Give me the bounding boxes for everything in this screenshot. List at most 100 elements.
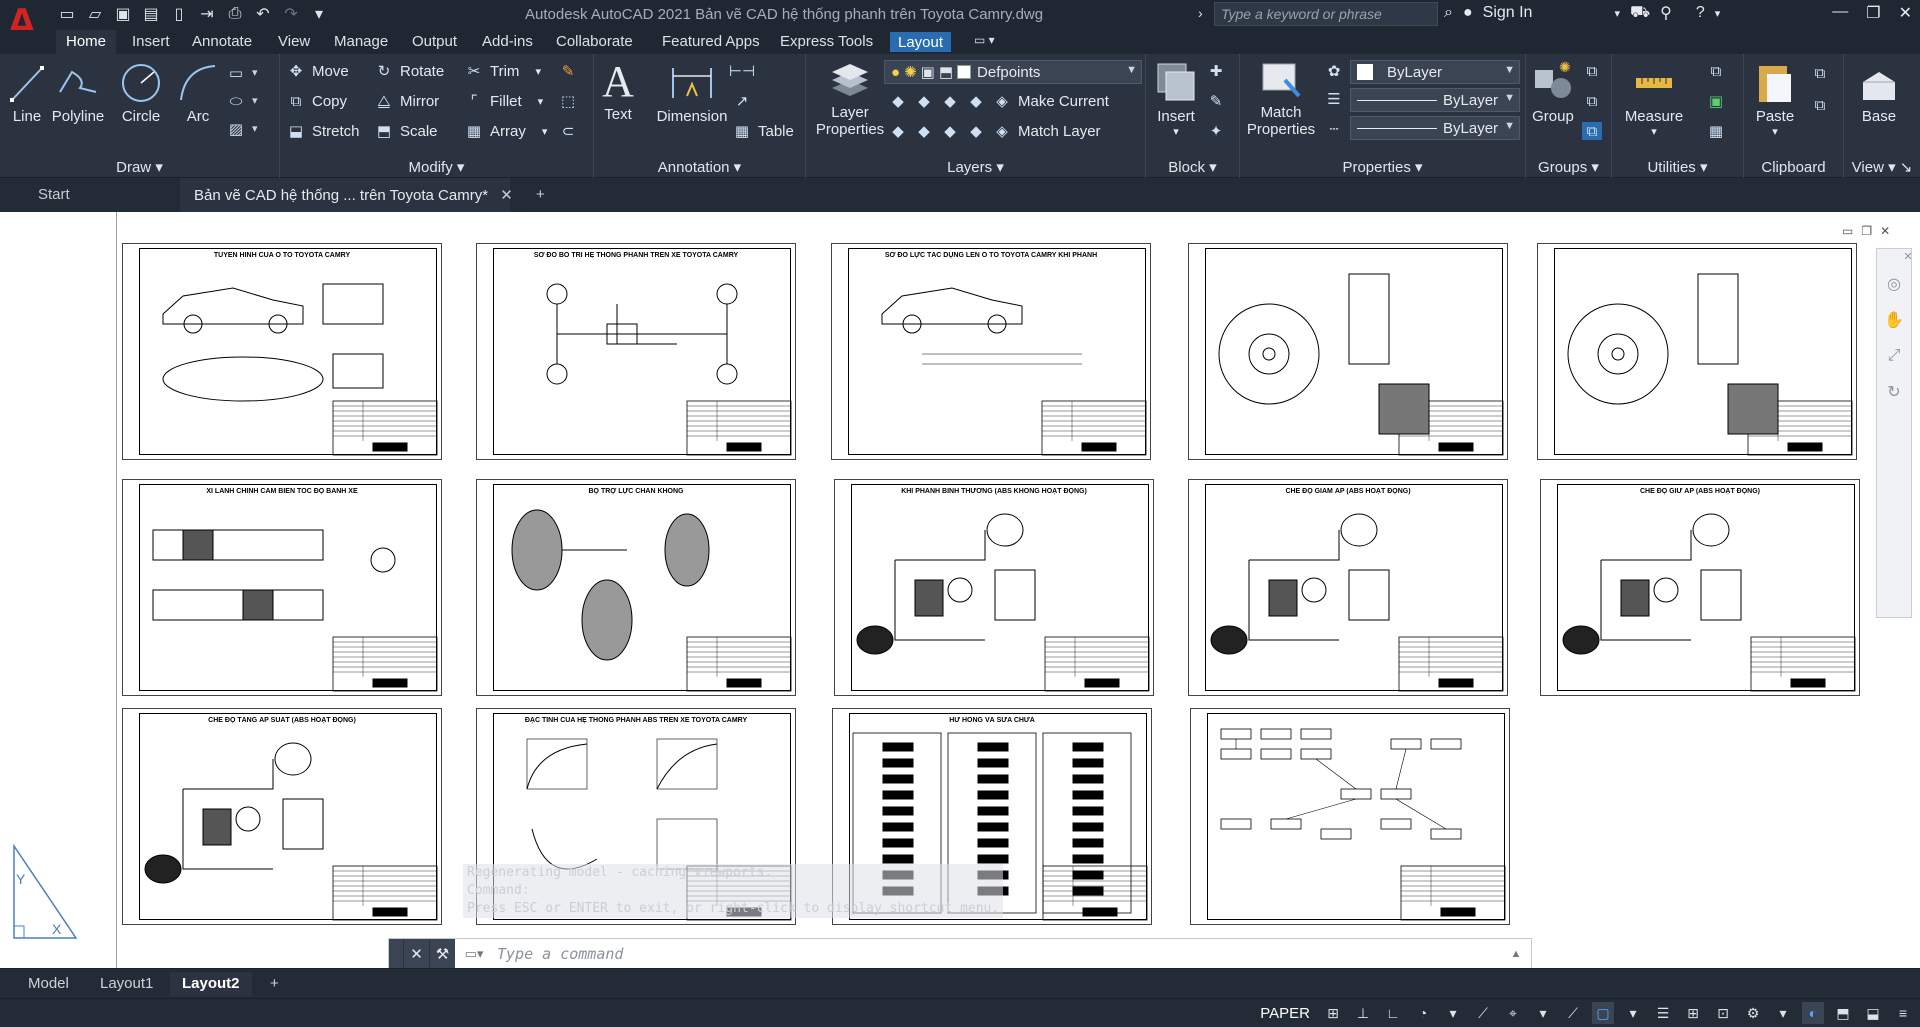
customize-qat-icon[interactable]: ▾ (308, 3, 330, 25)
layer-tool-7-icon[interactable]: ◆ (940, 122, 960, 140)
draw-panel-title[interactable]: Draw ▾ (0, 158, 279, 176)
copy-clip-icon[interactable]: ⧉ (1810, 96, 1830, 114)
plot-icon[interactable]: ⎙ (224, 3, 246, 25)
pan-icon[interactable]: ✋ (1881, 307, 1907, 333)
circle-button[interactable]: Circle (116, 62, 166, 125)
doc-tab-active[interactable]: Bản vẽ CAD hệ thống ... trên Toyota Camr… (180, 178, 513, 212)
offset-icon[interactable]: ⊂ (558, 122, 578, 140)
tab-layout1[interactable]: Layout1 (88, 972, 165, 996)
layer-on-icon[interactable]: ● (891, 64, 900, 81)
tab-insert[interactable]: Insert (122, 30, 180, 54)
group-selection-icon[interactable]: ⧉ (1582, 122, 1602, 140)
select-all-icon[interactable]: ▣ (1706, 92, 1726, 110)
layout-sheet[interactable]: KHI PHANH BÌNH THƯỜNG (ABS KHÔNG HOẠT ĐỘ… (834, 479, 1154, 696)
layer-tool-2-icon[interactable]: ◆ (914, 92, 934, 110)
chevron-down-icon[interactable]: ▾ (538, 95, 544, 108)
layout-sheet[interactable] (1190, 708, 1510, 925)
group-button[interactable]: ✺ Group (1528, 60, 1578, 125)
linear-dimension-icon[interactable]: ⊢⊣ (729, 62, 755, 80)
clean-screen-icon[interactable]: ⬓ (1862, 1002, 1884, 1024)
search-input[interactable]: Type a keyword or phrase (1214, 2, 1438, 26)
rectangle-icon[interactable]: ▭ (226, 64, 246, 82)
cart-icon[interactable]: ⛟ (1630, 3, 1650, 23)
trim-button[interactable]: ✂ Trim ▾ (464, 62, 541, 81)
tab-output[interactable]: Output (402, 30, 467, 54)
isolate-objects-icon[interactable]: ⬒ (1832, 1002, 1854, 1024)
explode-icon[interactable]: ⬚ (558, 92, 578, 110)
vp-close-icon[interactable]: ✕ (1880, 224, 1890, 238)
tab-express-tools[interactable]: Express Tools (770, 30, 883, 54)
zoom-extents-icon[interactable]: ⤢ (1881, 343, 1907, 369)
open-folder-icon[interactable]: ▱ (84, 3, 106, 25)
copy-button[interactable]: ⧉ Copy (286, 92, 347, 110)
polar-icon[interactable]: ◔ (1412, 1002, 1434, 1024)
annotation-monitor-icon[interactable]: ☰ (1652, 1002, 1674, 1024)
rectangle-dropdown-icon[interactable]: ▾ (252, 66, 258, 79)
tab-annotate[interactable]: Annotate (182, 30, 262, 54)
quick-select-icon[interactable]: ⧉ (1706, 62, 1726, 80)
mirror-button[interactable]: ⧋ Mirror (374, 92, 439, 110)
open-web-icon[interactable]: ▯ (168, 3, 190, 25)
measure-button[interactable]: Measure ▾ (1616, 60, 1692, 138)
help-icon[interactable]: ? (1696, 4, 1705, 22)
command-history-toggle-icon[interactable]: ▲ (1501, 948, 1531, 960)
create-block-icon[interactable]: ✚ (1206, 62, 1226, 80)
annotation-panel-title[interactable]: Annotation ▾ (594, 158, 805, 176)
annotation-scale-icon[interactable]: ◐ (1802, 1002, 1824, 1024)
calculator-icon[interactable]: ▦ (1706, 122, 1726, 140)
match-properties-button[interactable]: Match Properties (1244, 60, 1318, 138)
layer-tool-5-icon[interactable]: ◆ (888, 122, 908, 140)
layer-dropdown[interactable]: ● ✺ ▣ ⬒ Defpoints ▼ (884, 60, 1142, 84)
chevron-down-icon[interactable]: ▾ (1614, 7, 1620, 20)
layout-sheet[interactable]: TUYỂN HÌNH CỦA Ô TÔ TOYOTA CAMRY (122, 243, 442, 460)
command-input[interactable]: Type a command (493, 945, 1501, 963)
grid-icon[interactable]: ⊞ (1322, 1002, 1344, 1024)
cut-icon[interactable]: ⧉ (1810, 64, 1830, 82)
ortho-icon[interactable]: ∟ (1382, 1002, 1404, 1024)
layout-sheet[interactable]: CHẾ ĐỘ GIỮ ÁP (ABS HOẠT ĐỘNG) (1540, 479, 1860, 696)
chevron-down-icon[interactable]: ▾ (1622, 1002, 1644, 1024)
vp-restore-icon[interactable]: ❐ (1861, 224, 1872, 238)
vp-minimize-icon[interactable]: ▭ (1842, 224, 1853, 238)
drawing-canvas[interactable]: Y X ▭ ❐ ✕ TUYỂN HÌNH CỦA Ô TÔ TOYOTA CAM… (0, 212, 1920, 968)
line-button[interactable]: Line (8, 62, 46, 125)
scale-button[interactable]: ⬒ Scale (374, 122, 438, 141)
command-prompt-icon[interactable]: ▭▾ (455, 939, 493, 969)
customization-menu-icon[interactable]: ≡ (1892, 1002, 1914, 1024)
layers-panel-title[interactable]: Layers ▾ (806, 158, 1145, 176)
autodesk-app-icon[interactable]: ⚲ (1660, 3, 1672, 23)
color-dropdown[interactable]: ByLayer ▼ (1350, 60, 1520, 84)
layout-sheet[interactable]: BỘ TRỢ LỰC CHÂN KHÔNG (476, 479, 796, 696)
tab-featured-apps[interactable]: Featured Apps (652, 30, 770, 54)
object-snap-icon[interactable]: ⌖ (1502, 1002, 1524, 1024)
doc-tab-start[interactable]: Start (24, 178, 174, 212)
tab-view[interactable]: View (268, 30, 320, 54)
chevron-down-icon[interactable]: ▾ (1442, 1002, 1464, 1024)
clipboard-panel-title[interactable]: Clipboard (1744, 159, 1843, 176)
undo-icon[interactable]: ↶ (252, 3, 274, 25)
layer-freeze-icon[interactable]: ✺ (904, 63, 917, 81)
block-attribute-icon[interactable]: ✦ (1206, 122, 1226, 140)
chevron-down-icon[interactable]: ▾ (1150, 125, 1202, 138)
save-as-icon[interactable]: ▤ (140, 3, 162, 25)
paste-button[interactable]: Paste ▾ (1750, 60, 1800, 138)
layer-lock-icon[interactable]: ▣ (921, 63, 935, 81)
chevron-down-icon[interactable]: ▾ (1715, 7, 1721, 20)
color-wheel-icon[interactable]: ✿ (1324, 62, 1344, 80)
chevron-down-icon[interactable]: ▾ (1616, 125, 1692, 138)
layout-sheet[interactable]: SƠ ĐỒ LỰC TÁC DỤNG LÊN Ô TÔ TOYOTA CAMRY… (831, 243, 1151, 460)
dimension-button[interactable]: Dimension (652, 62, 732, 125)
group-edit-icon[interactable]: ⧉ (1582, 92, 1602, 110)
properties-panel-title[interactable]: Properties ▾ (1240, 158, 1525, 176)
hatch-icon[interactable]: ▨ (226, 120, 246, 138)
tab-layout2[interactable]: Layout2 (170, 972, 252, 996)
groups-panel-title[interactable]: Groups ▾ (1526, 158, 1611, 176)
move-button[interactable]: ✥ Move (286, 62, 349, 81)
tab-add-ins[interactable]: Add-ins (472, 30, 543, 54)
hatch-dropdown-icon[interactable]: ▾ (252, 122, 258, 135)
layout-sheet[interactable] (1188, 243, 1508, 460)
layout-sheet[interactable]: SƠ ĐỒ BỐ TRÍ HỆ THỐNG PHANH TRÊN XE TOYO… (476, 243, 796, 460)
selection-cycling-icon[interactable]: ▢ (1592, 1002, 1614, 1024)
new-tab-button[interactable]: + (522, 178, 559, 212)
block-panel-title[interactable]: Block ▾ (1146, 158, 1239, 176)
